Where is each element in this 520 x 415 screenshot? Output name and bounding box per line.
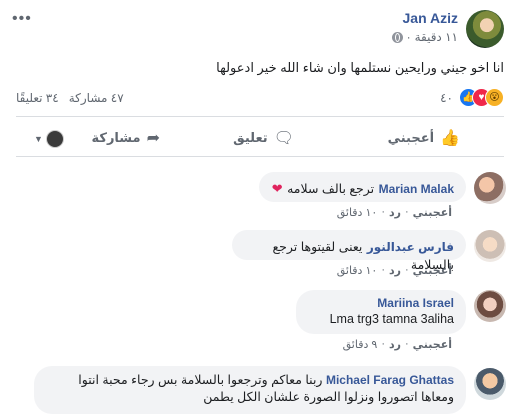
post-text: انا اخو جيني ورايحين نستلمها وان شاء الل… bbox=[216, 60, 504, 75]
commenter-name[interactable]: Michael Farag Ghattas bbox=[326, 373, 454, 387]
comment-reply-link[interactable]: رد bbox=[389, 338, 401, 351]
author-name[interactable]: Jan Aziz bbox=[403, 10, 459, 26]
more-dots-icon[interactable]: ••• bbox=[12, 10, 32, 28]
comment-reply-link[interactable]: رد bbox=[389, 206, 401, 219]
wow-reaction-icon: 😮 bbox=[485, 88, 504, 107]
post-meta: ١١ دقيقة · bbox=[391, 30, 458, 44]
meta-dot: · bbox=[405, 206, 409, 218]
commenter-avatar[interactable] bbox=[474, 230, 506, 262]
thumbs-up-icon: 👍 bbox=[440, 130, 460, 147]
comments-shares-count[interactable]: ٤٧ مشاركة ٣٤ تعليقًا bbox=[16, 91, 124, 105]
mini-avatar bbox=[45, 130, 64, 148]
audience-selector[interactable]: ▼ bbox=[34, 130, 64, 148]
comment-button[interactable]: 🗨 تعليق bbox=[233, 128, 294, 148]
author-avatar[interactable] bbox=[466, 10, 504, 48]
comment-bubble: فارس عبدالنور يعنى لقيتوها ترجع بالسلامة bbox=[232, 230, 466, 272]
comment-time[interactable]: ١٠ دقائق bbox=[337, 264, 378, 277]
post-header: ••• Jan Aziz ١١ دقيقة · bbox=[0, 6, 520, 50]
comment-like-link[interactable]: أعجبني bbox=[413, 338, 452, 351]
shares-count[interactable]: ٤٧ مشاركة bbox=[69, 91, 124, 105]
commenter-name[interactable]: فارس عبدالنور bbox=[367, 240, 454, 254]
commenter-name[interactable]: Marian Malak bbox=[379, 182, 454, 196]
reaction-icons: 👍 ♥ 😮 bbox=[459, 88, 504, 107]
comment-text: Michael Farag Ghattas ربنا معاكم وترجعوا… bbox=[46, 372, 454, 406]
comment-text: Lma trg3 tamna 3aliha bbox=[329, 312, 454, 326]
comment-meta: أعجبني · رد · ٩ دقائق bbox=[343, 338, 452, 351]
chevron-down-icon: ▼ bbox=[34, 134, 43, 144]
comment-time[interactable]: ١٠ دقائق bbox=[337, 206, 378, 219]
commenter-avatar[interactable] bbox=[474, 172, 506, 204]
comment-time[interactable]: ٩ دقائق bbox=[343, 338, 378, 351]
meta-dot: · bbox=[381, 338, 386, 350]
comment-like-link[interactable]: أعجبني bbox=[413, 264, 452, 277]
like-label: أعجبني bbox=[387, 130, 435, 145]
comments-count[interactable]: ٣٤ تعليقًا bbox=[16, 91, 59, 105]
commenter-avatar[interactable] bbox=[474, 290, 506, 322]
comment-reply-link[interactable]: رد bbox=[389, 264, 401, 277]
divider-top bbox=[16, 116, 504, 117]
post-time[interactable]: ١١ دقيقة bbox=[415, 30, 458, 44]
comment-item: Marian Malak ترجع بالف سلامه ❤ أعجبني · … bbox=[0, 168, 520, 219]
meta-separator: · bbox=[406, 30, 411, 44]
reaction-count[interactable]: ٤٠ bbox=[440, 91, 453, 105]
meta-dot: · bbox=[381, 206, 386, 218]
comment-bubble: Mariina Israel Lma trg3 tamna 3aliha bbox=[296, 290, 466, 334]
speech-bubble-icon: 🗨 bbox=[273, 130, 294, 147]
count-separator bbox=[62, 91, 65, 105]
facebook-post: ••• Jan Aziz ١١ دقيقة · انا اخو جيني ورا… bbox=[0, 0, 520, 415]
like-button[interactable]: 👍 أعجبني bbox=[388, 128, 460, 148]
post-actions: 👍 أعجبني 🗨 تعليق ➦ مشاركة ▼ bbox=[0, 124, 520, 152]
commenter-avatar[interactable] bbox=[474, 368, 506, 400]
meta-dot: · bbox=[381, 264, 386, 276]
commenter-name[interactable]: Mariina Israel bbox=[308, 296, 454, 310]
comment-label: تعليق bbox=[233, 130, 268, 145]
share-button[interactable]: ➦ مشاركة bbox=[92, 128, 161, 148]
comment-bubble: Michael Farag Ghattas ربنا معاكم وترجعوا… bbox=[34, 366, 466, 414]
comment-meta: أعجبني · رد · ١٠ دقائق bbox=[337, 206, 452, 219]
comment-bubble: Marian Malak ترجع بالف سلامه ❤ bbox=[259, 172, 466, 202]
comment-meta: أعجبني · رد · ١٠ دقائق bbox=[337, 264, 452, 277]
divider-bottom bbox=[16, 156, 504, 157]
heart-icon: ❤ bbox=[271, 181, 283, 196]
share-arrow-icon: ➦ bbox=[146, 130, 160, 147]
meta-dot: · bbox=[405, 338, 409, 350]
meta-dot: · bbox=[405, 264, 409, 276]
comment-like-link[interactable]: أعجبني bbox=[413, 206, 452, 219]
reactions-summary[interactable]: ٤٠ 👍 ♥ 😮 bbox=[440, 88, 504, 107]
post-counts: ٤٧ مشاركة ٣٤ تعليقًا ٤٠ 👍 ♥ 😮 bbox=[0, 88, 520, 108]
share-label: مشاركة bbox=[91, 130, 141, 145]
globe-icon[interactable] bbox=[391, 31, 403, 43]
comment-text: ترجع بالف سلامه bbox=[287, 182, 375, 196]
